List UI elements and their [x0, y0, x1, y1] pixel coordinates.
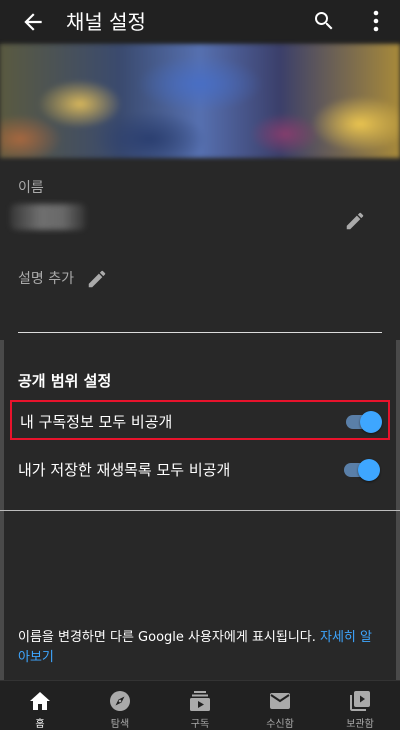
nav-label-subscriptions: 구독 [190, 719, 210, 730]
private-playlists-toggle[interactable] [342, 458, 380, 481]
edit-name-pencil-icon[interactable] [344, 210, 366, 232]
nav-item-inbox[interactable]: 수신함 [240, 681, 320, 730]
nav-label-home: 홈 [35, 719, 45, 730]
add-description-label: 설명 추가 [18, 271, 74, 287]
private-subscriptions-row[interactable]: 내 구독정보 모두 비공개 [10, 400, 390, 440]
name-change-note: 이름을 변경하면 다른 Google 사용자에게 표시됩니다. 자세히 알아보기 [18, 628, 382, 668]
nav-label-library: 보관함 [346, 719, 374, 730]
toggle-thumb [360, 411, 382, 433]
inbox-icon [270, 693, 290, 709]
settings-content: 이름 설명 추가 공개 범위 설정 내 구독정보 모두 비공개 내가 저장한 재… [0, 158, 400, 680]
private-playlists-label: 내가 저장한 재생목록 모두 비공개 [18, 461, 231, 479]
library-icon [350, 691, 370, 711]
private-subscriptions-toggle[interactable] [344, 410, 382, 433]
name-change-note-text: 이름을 변경하면 다른 Google 사용자에게 표시됩니다. [18, 630, 321, 645]
edit-description-pencil-icon[interactable] [86, 268, 108, 290]
channel-banner-image[interactable] [0, 44, 400, 158]
search-icon[interactable] [312, 9, 336, 33]
subscriptions-icon [190, 691, 210, 711]
explore-icon [110, 691, 130, 711]
private-subscriptions-label: 내 구독정보 모두 비공개 [20, 413, 173, 431]
divider [0, 510, 400, 511]
top-app-bar: 채널 설정 [0, 0, 400, 44]
home-icon [30, 692, 50, 710]
channel-name-value [10, 204, 86, 230]
bottom-navigation: 홈 탐색 구독 수신함 보관함 [0, 680, 400, 730]
name-label: 이름 [18, 180, 44, 196]
private-playlists-row[interactable]: 내가 저장한 재생목록 모두 비공개 [10, 448, 390, 488]
privacy-section-title: 공개 범위 설정 [18, 372, 112, 390]
divider [18, 332, 382, 333]
nav-item-home[interactable]: 홈 [0, 681, 80, 730]
channel-settings-screen: 채널 설정 이름 설명 추가 공개 범위 설정 내 구독정보 모두 비공개 내가… [0, 0, 400, 730]
toggle-thumb [358, 459, 380, 481]
page-title: 채널 설정 [66, 10, 146, 34]
arrow-left-icon[interactable] [20, 9, 46, 35]
nav-item-subscriptions[interactable]: 구독 [160, 681, 240, 730]
nav-label-explore: 탐색 [110, 719, 130, 730]
more-vert-icon[interactable] [366, 8, 386, 34]
nav-label-inbox: 수신함 [266, 719, 294, 730]
nav-item-explore[interactable]: 탐색 [80, 681, 160, 730]
nav-item-library[interactable]: 보관함 [320, 681, 400, 730]
